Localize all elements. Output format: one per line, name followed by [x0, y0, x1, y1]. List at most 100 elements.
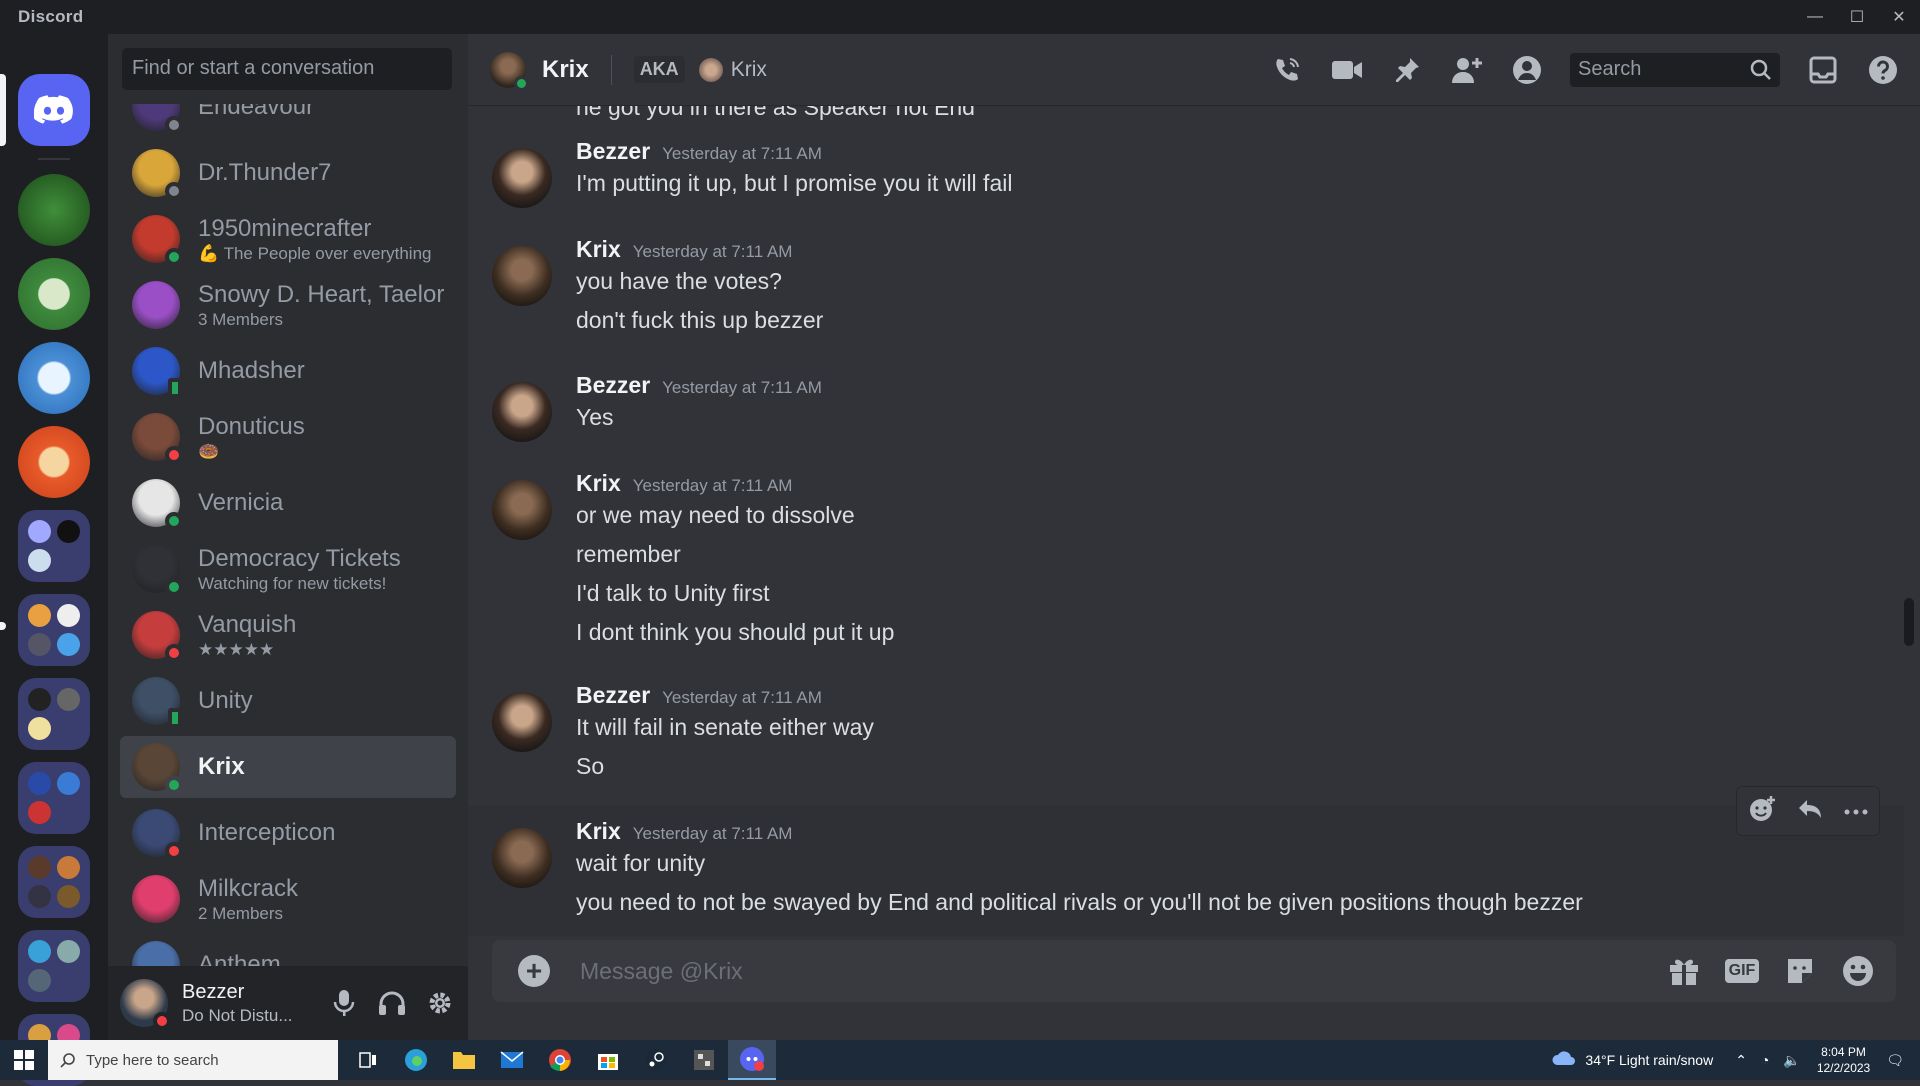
avatar[interactable] [492, 692, 552, 752]
dm-name: 1950minecrafter [198, 214, 372, 242]
maximize-button[interactable]: ☐ [1836, 0, 1878, 34]
sticker-icon[interactable] [1782, 953, 1818, 989]
header-search-input[interactable]: Search [1570, 52, 1780, 87]
server-icon[interactable] [18, 174, 90, 246]
windows-start-button[interactable] [0, 1040, 48, 1080]
avatar[interactable] [492, 382, 552, 442]
message-text: you need to not be swayed by End and pol… [576, 889, 1583, 915]
headphones-icon[interactable] [376, 987, 408, 1019]
game-app-icon[interactable] [680, 1040, 728, 1080]
add-friend-icon[interactable] [1450, 53, 1484, 87]
dm-name: Mhadsher [198, 357, 305, 384]
message-scrollbar[interactable] [1904, 106, 1914, 936]
server-folder[interactable] [18, 510, 90, 582]
discord-taskbar-icon[interactable] [728, 1040, 776, 1080]
scrollbar-thumb[interactable] [1904, 598, 1914, 646]
message-author[interactable]: Krix [576, 818, 621, 845]
dm-subtitle: ★★★★★ [198, 639, 275, 659]
dm-item[interactable]: Vanquish ★★★★★ [120, 604, 456, 666]
home-button[interactable] [18, 74, 90, 146]
message-author[interactable]: Bezzer [576, 372, 650, 399]
chrome-icon[interactable] [536, 1040, 584, 1080]
clock[interactable]: 8:04 PM 12/2/2023 [1817, 1044, 1870, 1076]
steam-icon[interactable] [632, 1040, 680, 1080]
avatar [132, 809, 183, 860]
close-button[interactable]: ✕ [1878, 0, 1920, 34]
search-icon [60, 1053, 75, 1068]
avatar [132, 215, 183, 266]
tray-network-icon[interactable]: ◔ [1761, 1052, 1769, 1068]
pin-icon[interactable] [1390, 53, 1424, 87]
emoji-icon[interactable] [1840, 953, 1876, 989]
tray-volume-icon[interactable]: 🔈 [1783, 1052, 1800, 1069]
add-reaction-icon[interactable] [1748, 795, 1776, 828]
task-view-icon[interactable] [344, 1040, 392, 1080]
voice-call-icon[interactable] [1270, 53, 1304, 87]
server-icon[interactable] [18, 258, 90, 330]
dm-item[interactable]: Milkcrack 2 Members [120, 868, 456, 930]
edge-browser-icon[interactable] [392, 1040, 440, 1080]
dm-item[interactable]: Democracy Tickets Watching for new ticket… [120, 538, 456, 600]
avatar[interactable] [120, 979, 171, 1030]
gift-icon[interactable] [1666, 953, 1702, 989]
message-text: or we may need to dissolve [576, 502, 855, 528]
message-author[interactable]: Krix [576, 236, 621, 263]
avatar[interactable] [492, 148, 552, 208]
dm-item[interactable]: Endeavour [120, 104, 456, 138]
dm-item[interactable]: Anthem [120, 934, 456, 966]
server-icon[interactable] [18, 342, 90, 414]
avatar [132, 149, 183, 200]
more-options-icon[interactable] [1844, 802, 1868, 820]
status-dnd-icon [165, 446, 183, 464]
dm-subtitle: 🍩 [198, 441, 220, 461]
server-folder[interactable] [18, 678, 90, 750]
notifications-icon[interactable]: 🗨 [1886, 1052, 1904, 1069]
reply-icon[interactable] [1797, 798, 1823, 825]
taskbar-search-input[interactable]: Type here to search [48, 1040, 338, 1080]
dm-item[interactable]: Krix [120, 736, 456, 798]
tray-chevron-up-icon[interactable]: ⌃ [1735, 1052, 1747, 1069]
status-dnd-icon [153, 1012, 171, 1030]
server-folder[interactable] [18, 594, 90, 666]
user-profile-icon[interactable] [1510, 53, 1544, 87]
weather-text[interactable]: 34°F Light rain/snow [1585, 1052, 1713, 1068]
message-author[interactable]: Bezzer [576, 682, 650, 709]
dm-item[interactable]: Dr.Thunder7 [120, 142, 456, 204]
minimize-button[interactable]: — [1794, 0, 1836, 34]
dm-name: Democracy Tickets [198, 544, 401, 572]
message-timestamp: Yesterday at 7:11 AM [632, 824, 793, 843]
username: Bezzer [182, 980, 245, 1003]
dm-item[interactable]: Donuticus 🍩 [120, 406, 456, 468]
attach-plus-button[interactable]: + [518, 955, 550, 987]
avatar[interactable] [492, 246, 552, 306]
dm-item[interactable]: 1950minecrafter 💪 The People over everyth… [120, 208, 456, 270]
avatar[interactable] [492, 828, 552, 888]
dm-item[interactable]: Mhadsher [120, 340, 456, 402]
dm-item[interactable]: Unity [120, 670, 456, 732]
message-text: you have the votes? [576, 268, 782, 294]
mail-icon[interactable] [488, 1040, 536, 1080]
dm-item[interactable]: Vernicia [120, 472, 456, 534]
dm-item[interactable]: Snowy D. Heart, Taelor 3 Members [120, 274, 456, 336]
microphone-icon[interactable] [328, 987, 360, 1019]
store-icon[interactable] [584, 1040, 632, 1080]
clock-time: 8:04 PM [1821, 1045, 1866, 1059]
dm-item[interactable]: Intercepticon [120, 802, 456, 864]
title-bar: Discord — ☐ ✕ [0, 0, 1920, 34]
server-folder[interactable] [18, 762, 90, 834]
gear-icon[interactable] [424, 987, 456, 1019]
file-explorer-icon[interactable] [440, 1040, 488, 1080]
message-author[interactable]: Bezzer [576, 138, 650, 165]
windows-taskbar: Type here to search 34°F Light rain/snow… [0, 1040, 1920, 1080]
server-folder[interactable] [18, 930, 90, 1002]
gif-button[interactable]: GIF [1724, 953, 1760, 989]
server-icon[interactable] [18, 426, 90, 498]
message-author[interactable]: Krix [576, 470, 621, 497]
video-call-icon[interactable] [1330, 53, 1364, 87]
message-input[interactable]: Message @Krix [580, 958, 743, 985]
server-folder[interactable] [18, 846, 90, 918]
conversation-search-input[interactable]: Find or start a conversation [122, 48, 452, 90]
help-icon[interactable] [1866, 53, 1900, 87]
inbox-icon[interactable] [1806, 53, 1840, 87]
avatar[interactable] [492, 480, 552, 540]
